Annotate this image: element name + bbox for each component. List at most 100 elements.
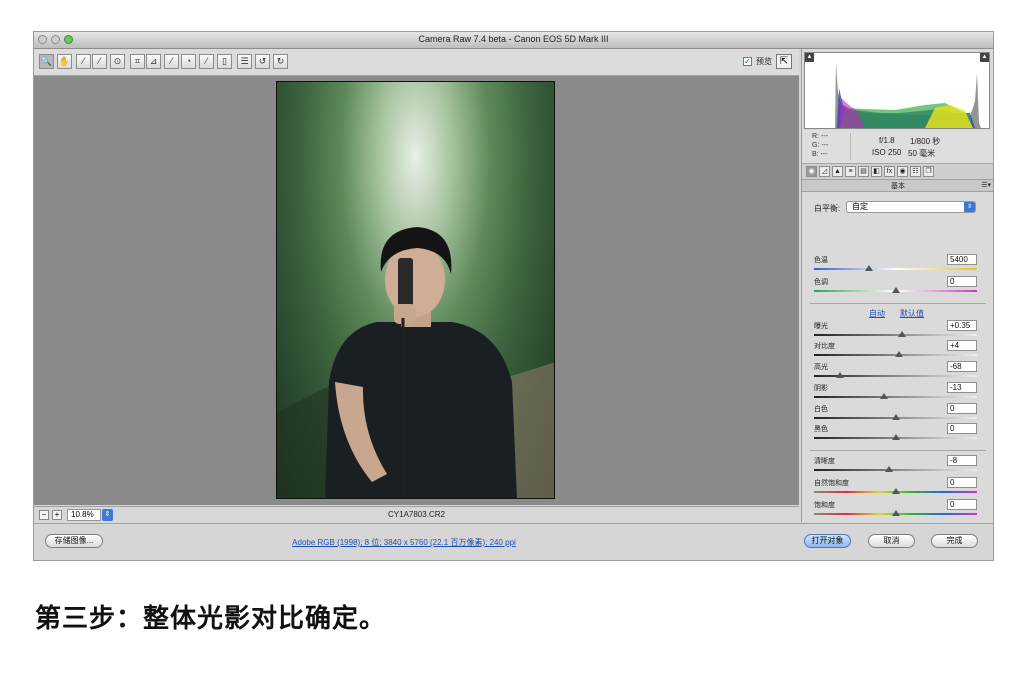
panel-tab-7[interactable]: fx: [884, 166, 895, 177]
hand-icon[interactable]: ✋: [57, 54, 72, 69]
rotate-right-icon[interactable]: ↻: [273, 54, 288, 69]
slider-label: 对比度: [814, 343, 835, 350]
image-filename: CY1A7803.CR2: [388, 510, 445, 519]
panel-tab-6[interactable]: ◧: [871, 166, 882, 177]
fullscreen-toggle-button[interactable]: ⇱: [776, 54, 792, 69]
auto-link[interactable]: 自动: [869, 308, 885, 319]
adjustment-brush-icon[interactable]: ⁄: [199, 54, 214, 69]
slider-thumb[interactable]: [891, 510, 900, 516]
preview-checkbox[interactable]: ✓: [743, 57, 752, 66]
panel-title: 基本: [891, 183, 905, 190]
white-balance-value: 自定: [852, 202, 868, 211]
slider-value-field[interactable]: 0: [947, 477, 977, 488]
toolbar: 🔍 ✋ ⁄ ⁄ ⊙ ⌗ ⊿ ⁄ ◔ ⁄ ▯ ☰ ↺ ↻ ✓ 预览 ⇱: [34, 49, 799, 76]
histogram: ▲ ▲: [804, 52, 990, 129]
slider-value-field[interactable]: +0.35: [947, 320, 977, 331]
image-canvas: [34, 76, 799, 505]
color-sampler-icon[interactable]: ⁄: [92, 54, 107, 69]
status-bar: − + 10.8% ⇕ CY1A7803.CR2: [34, 506, 799, 523]
slider-value-field[interactable]: 0: [947, 276, 977, 287]
slider-value-field[interactable]: 0: [947, 499, 977, 510]
slider-value-field[interactable]: 0: [947, 403, 977, 414]
workflow-options-link[interactable]: Adobe RGB (1998); 8 位; 3840 x 5760 (22.1…: [214, 537, 594, 548]
rotate-left-icon[interactable]: ↺: [255, 54, 270, 69]
slider-label: 高光: [814, 364, 828, 371]
slider-label: 色调: [814, 279, 828, 286]
white-balance-icon[interactable]: ⁄: [76, 54, 91, 69]
save-image-button[interactable]: 存储图像...: [45, 534, 103, 548]
slider-thumb[interactable]: [865, 265, 874, 271]
slider-track[interactable]: [814, 469, 977, 471]
graduated-filter-icon[interactable]: ▯: [217, 54, 232, 69]
shadow-clipping-warning[interactable]: ▲: [805, 53, 814, 62]
slider-label: 清晰度: [814, 458, 835, 465]
panel-tab-4[interactable]: ≡: [845, 166, 856, 177]
panel-tab-9[interactable]: ☷: [910, 166, 921, 177]
panel-tab-8[interactable]: ◉: [897, 166, 908, 177]
aperture-value: f/1.8: [879, 136, 895, 145]
slider-thumb[interactable]: [891, 414, 900, 420]
target-adjust-icon[interactable]: ⊙: [110, 54, 125, 69]
slider-label: 饱和度: [814, 502, 835, 509]
adjustment-panel: ▲ ▲ R: --- G: --- B: --- f/1.8 1/800 秒 I…: [801, 49, 993, 522]
b-value: ---: [820, 151, 828, 158]
r-label: R:: [812, 133, 819, 140]
slider-label: 曝光: [814, 323, 828, 330]
slider-value-field[interactable]: 0: [947, 423, 977, 434]
slider-value-field[interactable]: -68: [947, 361, 977, 372]
slider-thumb[interactable]: [836, 372, 845, 378]
slider-thumb[interactable]: [891, 287, 900, 293]
slider-value-field[interactable]: -8: [947, 455, 977, 466]
slider-track[interactable]: [814, 396, 977, 398]
slider-thumb[interactable]: [880, 393, 889, 399]
dialog-footer: 存储图像... Adobe RGB (1998); 8 位; 3840 x 57…: [34, 523, 993, 560]
slider-track[interactable]: [814, 268, 977, 270]
iso-value: ISO 250: [872, 148, 902, 157]
spot-removal-icon[interactable]: ⁄: [164, 54, 179, 69]
panel-header: 基本 ☰▾: [802, 180, 993, 192]
panel-menu-icon[interactable]: ☰▾: [981, 181, 991, 189]
white-balance-select[interactable]: 自定 ⇕: [846, 201, 976, 213]
panel-tab-5[interactable]: ▤: [858, 166, 869, 177]
slider-thumb[interactable]: [894, 351, 903, 357]
slider-track[interactable]: [814, 334, 977, 336]
title-bar: Camera Raw 7.4 beta - Canon EOS 5D Mark …: [34, 32, 993, 49]
portrait-illustration: [277, 227, 554, 498]
slider-label: 自然饱和度: [814, 480, 849, 487]
photo-preview: [276, 81, 555, 499]
step-caption: 第三步：整体光影对比确定。: [35, 604, 387, 634]
focal-length-value: 50 毫米: [908, 149, 936, 158]
panel-tab-2[interactable]: ◿: [819, 166, 830, 177]
panel-tab-10[interactable]: ❐: [923, 166, 934, 177]
slider-thumb[interactable]: [898, 331, 907, 337]
panel-tab-1[interactable]: ◉: [806, 166, 817, 177]
slider-value-field[interactable]: -13: [947, 382, 977, 393]
slider-label: 黑色: [814, 426, 828, 433]
slider-label: 色温: [814, 257, 828, 264]
open-object-button[interactable]: 打开对象: [804, 534, 851, 548]
done-button[interactable]: 完成: [931, 534, 978, 548]
camera-info: R: --- G: --- B: --- f/1.8 1/800 秒 ISO 2…: [802, 130, 993, 164]
preferences-icon[interactable]: ☰: [237, 54, 252, 69]
white-balance-label: 白平衡:: [814, 204, 841, 213]
slider-thumb[interactable]: [891, 488, 900, 494]
highlight-clipping-warning[interactable]: ▲: [980, 53, 989, 62]
b-label: B:: [812, 151, 819, 158]
straighten-icon[interactable]: ⊿: [146, 54, 161, 69]
slider-value-field[interactable]: +4: [947, 340, 977, 351]
crop-icon[interactable]: ⌗: [130, 54, 145, 69]
r-value: ---: [820, 133, 828, 140]
g-value: ---: [821, 142, 829, 149]
zoom-icon[interactable]: 🔍: [39, 54, 54, 69]
chevron-updown-icon: ⇕: [964, 202, 975, 212]
slider-thumb[interactable]: [891, 434, 900, 440]
panel-tabs: ◉ ◿ ▲ ≡ ▤ ◧ fx ◉ ☷ ❐: [802, 164, 993, 180]
cancel-button[interactable]: 取消: [868, 534, 915, 548]
slider-thumb[interactable]: [884, 466, 893, 472]
red-eye-icon[interactable]: ◔: [181, 54, 196, 69]
slider-label: 阴影: [814, 385, 828, 392]
default-link[interactable]: 默认值: [900, 308, 924, 319]
panel-tab-3[interactable]: ▲: [832, 166, 843, 177]
slider-value-field[interactable]: 5400: [947, 254, 977, 265]
window-title: Camera Raw 7.4 beta - Canon EOS 5D Mark …: [418, 34, 609, 44]
